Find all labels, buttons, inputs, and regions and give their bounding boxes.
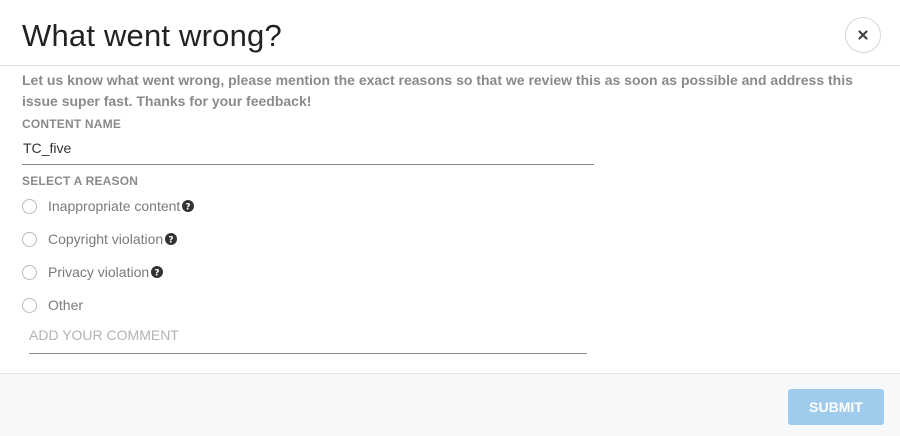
comment-input[interactable]: [29, 322, 587, 354]
question-circle-icon[interactable]: ?: [151, 266, 164, 278]
svg-text:?: ?: [155, 268, 160, 278]
reason-option-copyright[interactable]: Copyright violation ?: [22, 230, 178, 248]
close-button[interactable]: [845, 17, 881, 53]
report-dialog: What went wrong? Let us know what went w…: [0, 0, 900, 436]
radio-button[interactable]: [22, 264, 37, 280]
radio-button[interactable]: [22, 198, 37, 214]
dialog-footer: SUBMIT: [0, 373, 900, 436]
reason-option-label: Copyright violation: [48, 231, 164, 247]
question-circle-icon[interactable]: ?: [165, 233, 178, 245]
radio-button[interactable]: [22, 231, 37, 247]
submit-button[interactable]: SUBMIT: [788, 389, 884, 425]
dialog-header: What went wrong?: [0, 0, 900, 66]
reason-option-label: Inappropriate content: [48, 198, 181, 214]
question-circle-icon[interactable]: ?: [182, 200, 195, 212]
reason-option-other[interactable]: Other: [22, 296, 83, 314]
radio-button[interactable]: [22, 297, 37, 313]
content-name-label: CONTENT NAME: [22, 117, 122, 131]
reason-option-label: Other: [48, 297, 84, 313]
content-name-input[interactable]: [22, 135, 594, 165]
svg-text:?: ?: [186, 202, 191, 212]
svg-text:?: ?: [169, 235, 174, 245]
reason-option-label: Privacy violation: [48, 264, 150, 280]
dialog-title: What went wrong?: [22, 18, 282, 53]
reason-label: SELECT A REASON: [22, 174, 139, 188]
reason-option-privacy[interactable]: Privacy violation ?: [22, 263, 164, 281]
close-icon: [858, 30, 868, 40]
dialog-description: Let us know what went wrong, please ment…: [22, 72, 853, 109]
reason-option-inappropriate[interactable]: Inappropriate content ?: [22, 197, 195, 215]
